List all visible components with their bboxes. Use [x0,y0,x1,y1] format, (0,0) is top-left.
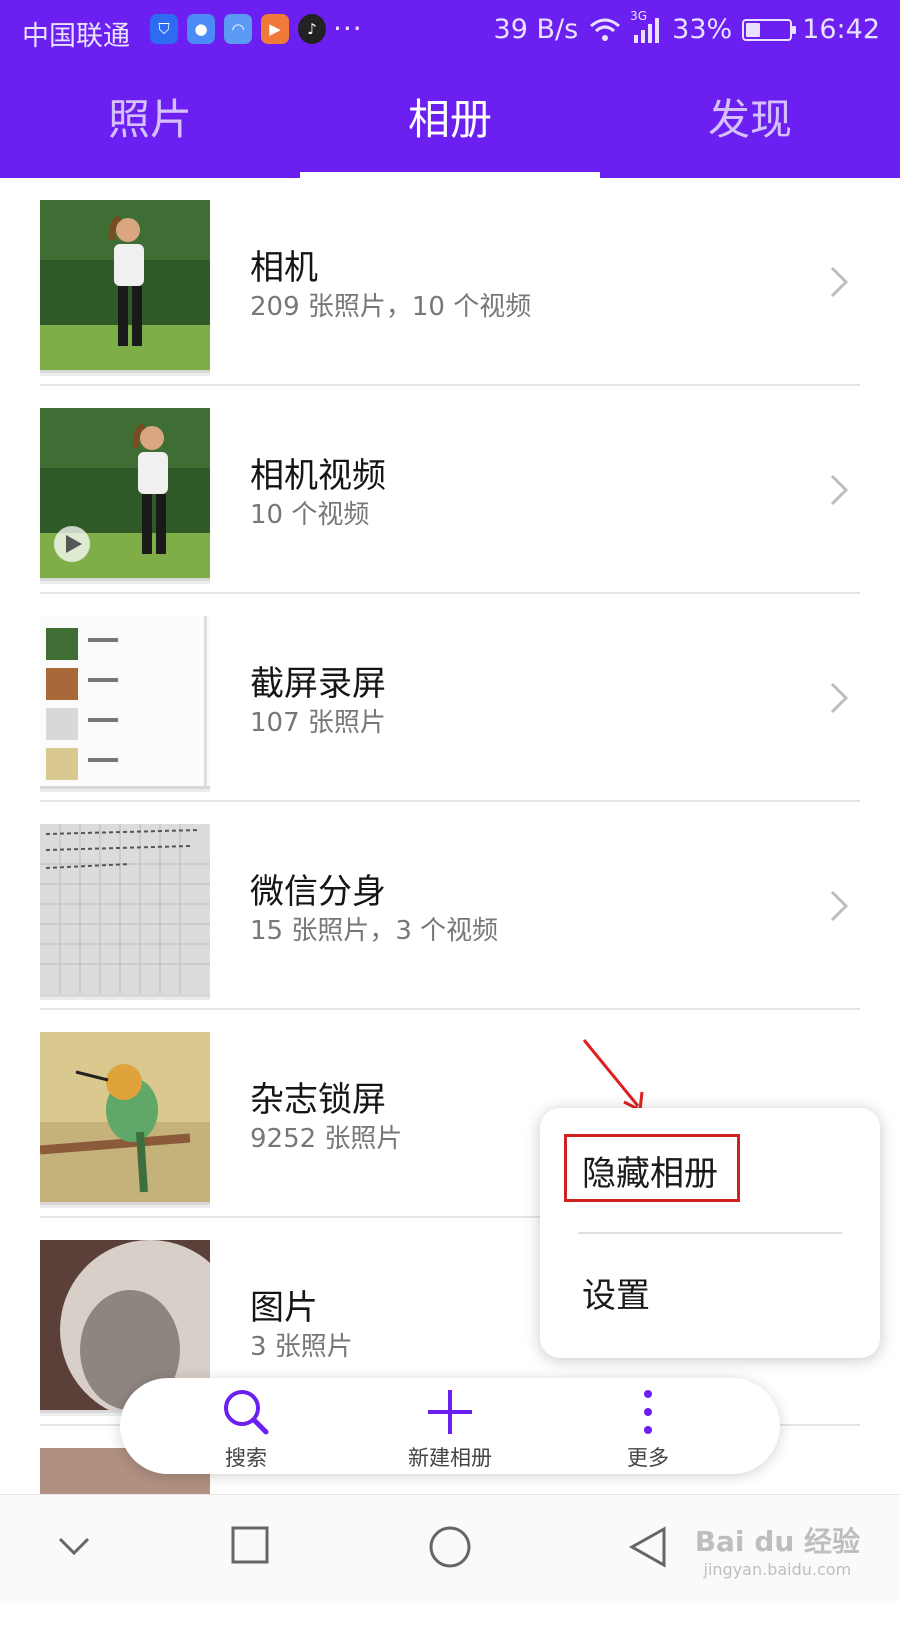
back-icon[interactable] [628,1525,668,1569]
top-tabs: 照片 相册 发现 [0,80,900,178]
watermark-url: jingyan.baidu.com [703,1560,852,1579]
more-popup-menu: 隐藏相册 设置 [540,1108,880,1358]
shield-icon: ⛉ [150,14,178,44]
battery-icon [742,18,797,41]
search-label: 搜索 [225,1446,267,1470]
new-album-label: 新建相册 [408,1446,492,1470]
album-thumbnail [40,408,210,578]
annotation-arrow-icon [582,1039,644,1113]
more-button[interactable]: 更多 [578,1386,718,1472]
bottom-action-bar: 搜索 新建相册 更多 [120,1378,780,1474]
network-type: 3G [630,8,648,23]
album-row-camera-video[interactable]: 相机视频 10 个视频 [40,386,860,594]
album-count: 3 张照片 [250,1332,353,1362]
album-count: 15 张照片，3 个视频 [250,916,499,946]
new-album-button[interactable]: 新建相册 [380,1386,520,1472]
album-row-screenshots[interactable]: 截屏录屏 107 张照片 [40,594,860,802]
more-notifications-icon: ··· [333,12,363,45]
album-title: 微信分身 [250,872,386,912]
search-button[interactable]: 搜索 [176,1386,316,1472]
more-vertical-icon [644,1390,652,1434]
album-count: 10 个视频 [250,500,370,530]
menu-item-settings[interactable]: 设置 [582,1268,650,1317]
album-title: 相机 [250,248,318,288]
album-title: 截屏录屏 [250,664,386,704]
album-thumbnail [40,824,210,994]
recents-icon[interactable] [230,1525,270,1565]
album-thumbnail [40,200,210,370]
tab-albums[interactable]: 相册 [300,80,600,178]
chevron-right-icon [830,266,849,298]
album-thumbnail [40,616,210,786]
search-icon [224,1390,269,1435]
tiktok-icon: ♪ [298,14,326,44]
album-count: 9252 张照片 [250,1124,403,1154]
cloud-app-icon: ◠ [224,14,252,44]
album-row-camera[interactable]: 相机 209 张照片，10 个视频 [40,178,860,386]
plus-icon [428,1390,472,1434]
carrier-name: 中国联通 [22,21,130,52]
album-title: 相机视频 [250,456,386,496]
album-row-wechat-clone[interactable]: 微信分身 15 张照片，3 个视频 [40,802,860,1010]
tab-discover[interactable]: 发现 [600,80,900,178]
collapse-down-icon[interactable] [56,1535,92,1559]
menu-divider [578,1232,842,1234]
more-label: 更多 [627,1446,669,1470]
home-icon[interactable] [428,1525,472,1569]
chevron-right-icon [830,474,849,506]
album-title: 杂志锁屏 [250,1080,386,1120]
battery-percent: 33% [672,14,733,45]
tab-photos[interactable]: 照片 [0,80,300,178]
app-header: 中国联通 ⛉ ● ◠ ▶ ♪ ··· 39 B/s 3G 33% 16:42 照… [0,0,900,178]
album-title: 图片 [250,1288,318,1328]
network-speed: 39 B/s [493,14,579,45]
album-count: 107 张照片 [250,708,386,738]
watermark: Bai du 经验 jingyan.baidu.com [695,1520,860,1579]
baidu-icon: ● [187,14,215,44]
album-thumbnail [40,1032,210,1202]
signal-icon: 3G [630,9,662,43]
clock: 16:42 [802,14,880,45]
menu-item-hide-albums[interactable]: 隐藏相册 [582,1146,718,1195]
wifi-icon [588,17,622,43]
chevron-right-icon [830,682,849,714]
album-count: 209 张照片，10 个视频 [250,292,532,322]
video-app-icon: ▶ [261,14,289,44]
status-right: 39 B/s 3G 33% 16:42 [493,9,880,46]
chevron-right-icon [830,890,849,922]
status-bar: 中国联通 ⛉ ● ◠ ▶ ♪ ··· 39 B/s 3G 33% 16:42 [0,0,900,64]
notification-icons: ⛉ ● ◠ ▶ ♪ [150,14,326,44]
watermark-brand: Bai du 经验 [694,1525,860,1558]
